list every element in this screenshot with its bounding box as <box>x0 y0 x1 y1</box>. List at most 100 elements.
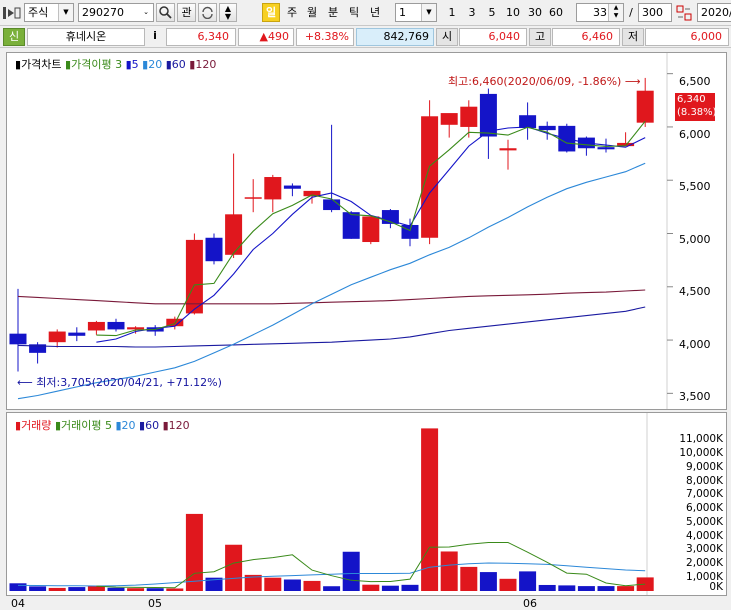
high-label: 고 <box>529 28 551 46</box>
high-price: 6,460 <box>552 28 620 46</box>
interval-60-button[interactable]: 60 <box>546 3 566 22</box>
volume-bar <box>283 579 301 591</box>
volume-axis-label: 7,000K <box>686 488 723 500</box>
candle-body <box>127 327 145 330</box>
volume-axis-label: 3,000K <box>686 543 723 555</box>
interval-select[interactable]: 1 ▼ <box>395 3 437 22</box>
open-label: 시 <box>436 28 458 46</box>
price-legend-ma2: 5 <box>131 58 139 71</box>
candle-body <box>323 199 341 211</box>
interval-select-value: 1 <box>399 6 406 19</box>
volume-bar <box>303 580 321 591</box>
interval-5-button[interactable]: 5 <box>484 3 500 22</box>
price-axis-label: 6,000 <box>679 128 711 141</box>
price-legend-ma1: 3 <box>115 58 123 71</box>
price-legend-main: 가격차트 <box>21 58 62 71</box>
candle-body <box>185 239 203 314</box>
volume-legend: ▮거래량 ▮거래이평 5 ▮20 ▮60 ▮120 <box>15 417 190 433</box>
tab-week[interactable]: 주 <box>284 3 300 22</box>
volume-bar <box>577 586 595 591</box>
current-price: 6,340 <box>166 28 236 46</box>
total-input-value: 300 <box>642 6 663 19</box>
total-input[interactable]: 300 <box>638 3 672 22</box>
volume-bar <box>499 578 517 591</box>
volume-bar <box>146 588 164 591</box>
price-chart-svg <box>9 53 673 409</box>
volume-bar <box>225 544 243 591</box>
tab-year[interactable]: 년 <box>367 3 383 22</box>
trade-volume: 842,769 <box>356 28 434 46</box>
price-axis-label: 4,500 <box>679 285 711 298</box>
price-axis-label: 5,500 <box>679 180 711 193</box>
watchlist-button[interactable]: 관 <box>177 3 196 22</box>
candle-body <box>440 113 458 125</box>
volume-bar <box>381 585 399 591</box>
candle-body <box>460 106 478 127</box>
code-input-value: 290270 <box>82 6 124 19</box>
volume-bar <box>107 587 125 591</box>
volume-bar <box>401 584 419 591</box>
chevron-down-icon: ⌄ <box>139 4 153 21</box>
market-select-value: 주식 <box>28 6 49 19</box>
candle-body <box>205 237 223 262</box>
candle-body <box>107 321 125 330</box>
date-tick-label: 06 <box>523 597 537 610</box>
code-input[interactable]: 290270 ⌄ <box>78 3 154 22</box>
date-input[interactable]: 2020/ <box>697 3 731 22</box>
stock-name: 휴네시온 <box>27 28 145 46</box>
interval-1-button[interactable]: 1 <box>444 3 460 22</box>
tab-month[interactable]: 월 <box>304 3 320 22</box>
interval-10-button[interactable]: 10 <box>503 3 523 22</box>
volume-bar <box>440 551 458 591</box>
settings-icon[interactable] <box>676 5 692 21</box>
price-axis-label: 6,500 <box>679 75 711 88</box>
info-button[interactable]: i <box>148 28 162 46</box>
volume-bar <box>519 571 537 591</box>
tab-tick[interactable]: 틱 <box>346 3 362 22</box>
candle-body <box>244 197 262 199</box>
volume-bar <box>597 586 615 591</box>
volume-axis-label: 9,000K <box>686 461 723 473</box>
low-label: 저 <box>622 28 644 46</box>
low-annotation-text: 최저:3,705(2020/04/21, +71.12%) <box>36 376 222 389</box>
tab-minute[interactable]: 분 <box>325 3 341 22</box>
chevron-down-icon: ▼ <box>421 4 436 21</box>
tab-day[interactable]: 일 <box>262 3 280 22</box>
candle-body <box>636 90 654 123</box>
candle-body <box>225 214 243 255</box>
volume-legend-ma: 거래이평 <box>61 419 102 432</box>
price-chart-panel[interactable]: ▮가격차트 ▮가격이평 3 ▮5 ▮20 ▮60 ▮120 최고:6,460(2… <box>6 52 727 410</box>
volume-chart-svg <box>9 413 654 595</box>
volume-bar <box>538 584 556 591</box>
new-listing-badge: 신 <box>3 28 25 46</box>
volume-axis-label: 6,000K <box>686 502 723 514</box>
volume-bar <box>264 577 282 591</box>
date-tick-label: 05 <box>148 597 162 610</box>
count-input[interactable]: 33 ▲ ▼ <box>576 3 624 22</box>
interval-30-button[interactable]: 30 <box>525 3 545 22</box>
candle-body <box>362 216 380 243</box>
dock-toggle-icon[interactable] <box>3 6 21 20</box>
market-select[interactable]: 주식 ▼ <box>24 3 74 22</box>
chevron-down-icon: ▼ <box>58 4 73 21</box>
count-separator: / <box>629 6 633 19</box>
candle-body <box>597 147 615 150</box>
volume-bar <box>617 586 635 591</box>
date-tick-label: 04 <box>11 597 25 610</box>
volume-bar <box>362 584 380 591</box>
volume-axis: 11,000K 10,000K 9,000K 8,000K 7,000K 6,0… <box>647 413 727 595</box>
sync-button[interactable] <box>198 3 217 22</box>
volume-chart-panel[interactable]: ▮거래량 ▮거래이평 5 ▮20 ▮60 ▮120 11,000K 10,000… <box>6 412 727 596</box>
volume-legend-ma4: 120 <box>168 419 190 432</box>
volume-bar <box>48 587 66 591</box>
candle-body <box>519 115 537 129</box>
candle-body <box>401 224 419 239</box>
volume-axis-label: 2,000K <box>686 557 723 569</box>
spin-icon[interactable]: ▲ ▼ <box>608 4 623 21</box>
count-input-value: 33 <box>593 6 607 19</box>
volume-axis-label: 11,000K <box>679 433 723 445</box>
interval-3-button[interactable]: 3 <box>464 3 480 22</box>
up-down-stepper[interactable]: ▲ ▼ <box>219 3 237 22</box>
candle-body <box>264 177 282 200</box>
search-button[interactable] <box>156 3 175 22</box>
